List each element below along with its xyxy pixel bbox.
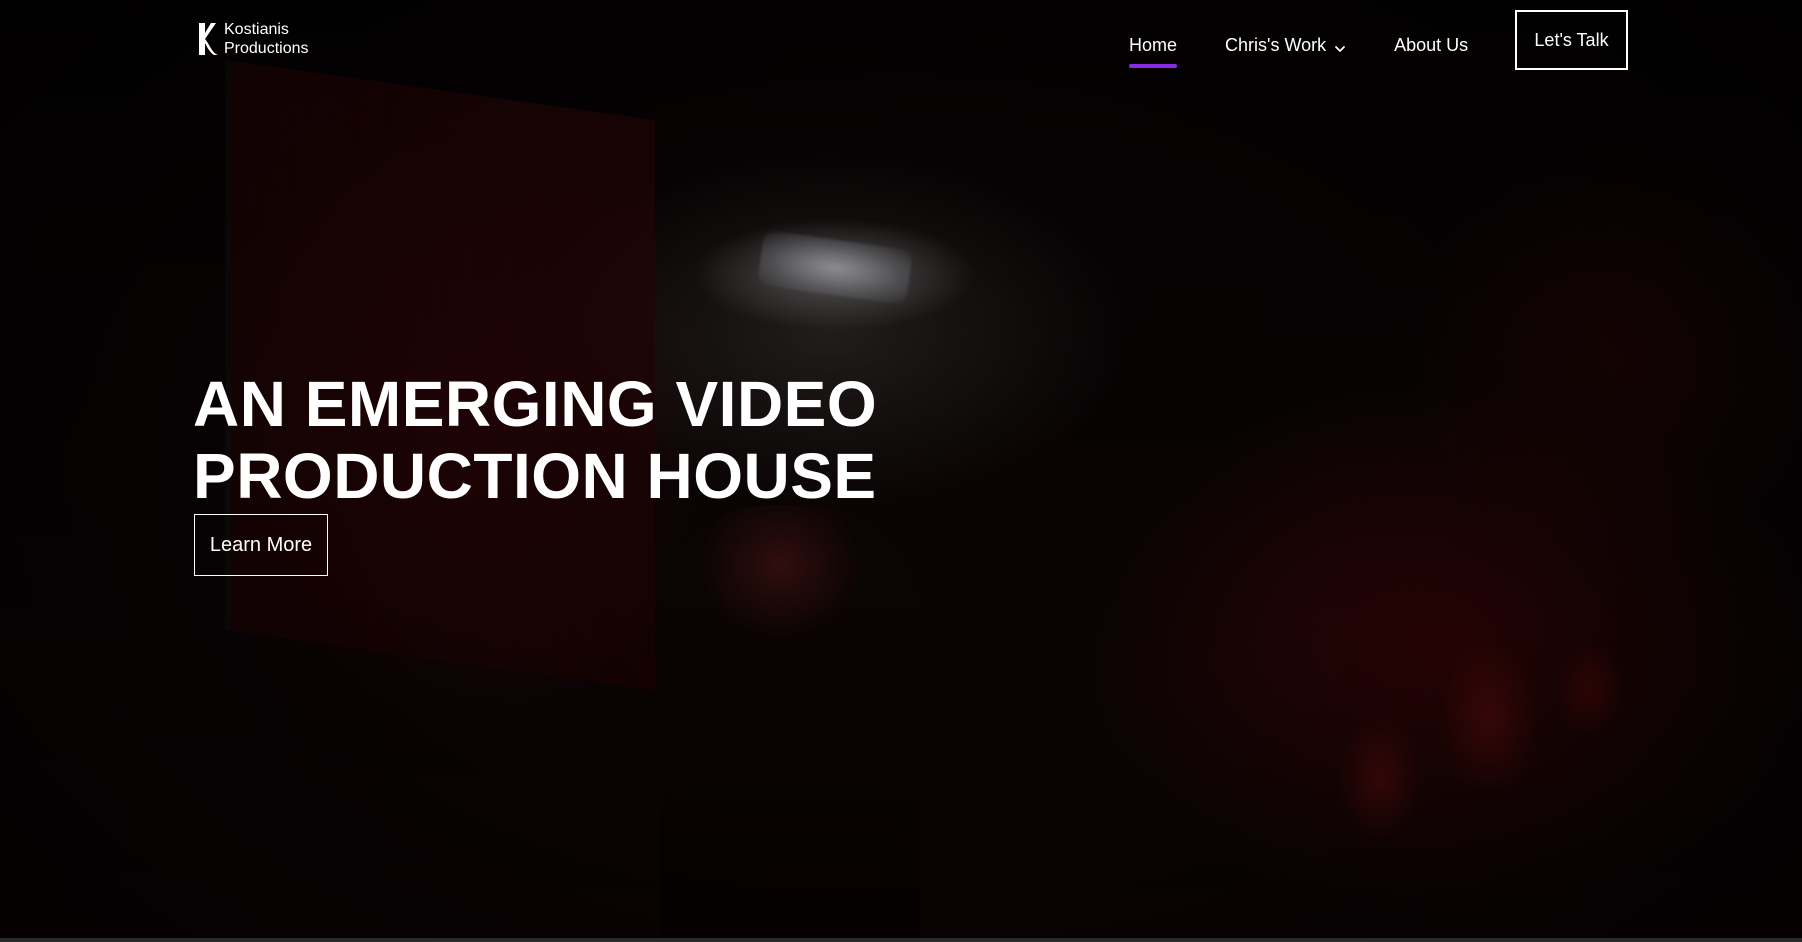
nav-item-label: Home xyxy=(1129,34,1178,55)
brand-name: Kostianis Productions xyxy=(224,20,309,58)
page: Kostianis Productions Home Chris's Work … xyxy=(0,0,1802,942)
lets-talk-button[interactable]: Let's Talk xyxy=(1515,10,1628,70)
site-header: Kostianis Productions Home Chris's Work … xyxy=(0,0,1802,90)
chevron-down-icon xyxy=(1334,39,1346,52)
hero-title: AN EMERGING VIDEO PRODUCTION HOUSE xyxy=(193,368,893,512)
nav-item-about-us[interactable]: About Us xyxy=(1394,35,1468,56)
hero-title-line2: PRODUCTION HOUSE xyxy=(193,440,877,512)
nav-item-label: About Us xyxy=(1394,34,1469,55)
nav-item-label: Chris's Work xyxy=(1225,34,1327,55)
brand-logo[interactable]: Kostianis Productions xyxy=(196,20,309,58)
brand-name-line2: Productions xyxy=(224,40,309,57)
main-nav: Home Chris's Work About Us xyxy=(1129,10,1802,80)
bottom-divider xyxy=(0,938,1802,942)
brand-name-line1: Kostianis xyxy=(224,21,289,38)
k-logo-icon xyxy=(196,21,220,57)
nav-item-chris-work[interactable]: Chris's Work xyxy=(1225,35,1346,56)
learn-more-button[interactable]: Learn More xyxy=(194,514,328,576)
hero-title-line1: AN EMERGING VIDEO xyxy=(193,368,878,440)
nav-item-home[interactable]: Home xyxy=(1129,34,1178,68)
